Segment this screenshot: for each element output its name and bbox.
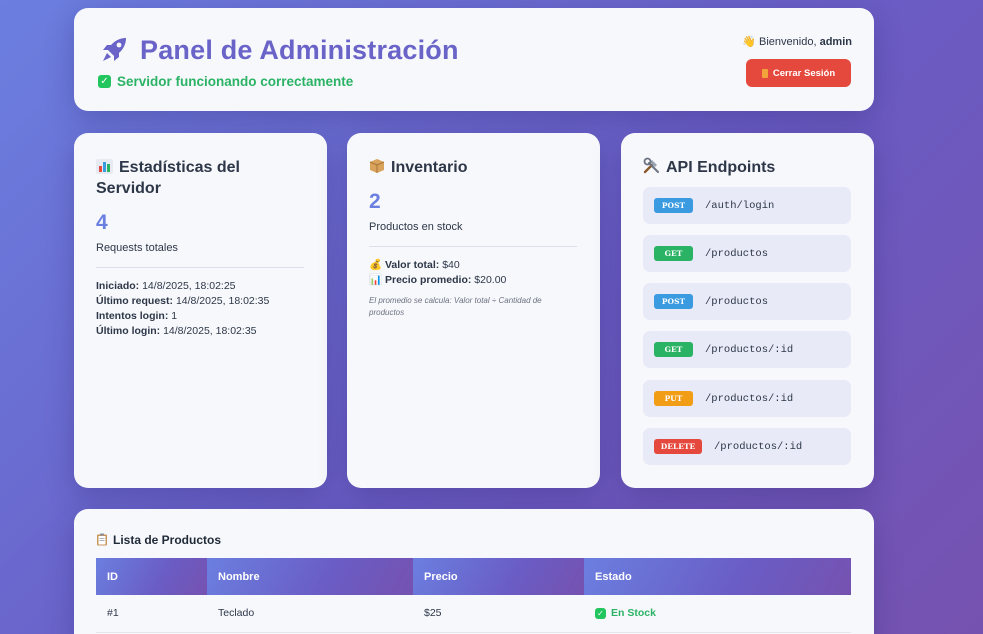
products-table: ID Nombre Precio Estado #1 Teclado $25 ✓…	[96, 558, 851, 633]
method-badge: PUT	[654, 391, 693, 406]
server-status-text: Servidor funcionando correctamente	[117, 74, 354, 89]
inventory-details: 💰 Valor total: $40 📊 Precio promedio: $2…	[369, 258, 506, 288]
money-bag-icon: 💰	[369, 259, 383, 271]
requests-total: 4	[96, 211, 108, 234]
username: admin	[819, 36, 852, 48]
stats-title: Estadísticas del Servidor	[96, 157, 306, 199]
products-card: Lista de Productos ID Nombre Precio Esta…	[74, 509, 874, 634]
api-panel: API Endpoints POST /auth/login GET /prod…	[621, 133, 874, 488]
bar-chart-icon: 📊	[369, 274, 383, 286]
avg-value: $20.00	[474, 274, 507, 286]
column-header[interactable]: Nombre	[207, 558, 413, 595]
cell-price: $25	[413, 595, 584, 633]
stock-label: Productos en stock	[369, 221, 463, 233]
logout-button[interactable]: Cerrar Sesión	[746, 59, 851, 87]
endpoint-path: /auth/login	[705, 199, 775, 212]
stat-value: 14/8/2025, 18:02:35	[175, 295, 270, 307]
endpoint-path: /productos/:id	[705, 392, 794, 405]
stat-row: Último request: 14/8/2025, 18:02:35	[96, 294, 269, 309]
total-value-row: 💰 Valor total: $40	[369, 258, 506, 273]
divider	[369, 246, 577, 247]
column-header[interactable]: ID	[96, 558, 207, 595]
method-badge: GET	[654, 342, 693, 357]
stat-value: 14/8/2025, 18:02:25	[142, 280, 236, 292]
check-icon: ✓	[595, 607, 606, 619]
page-title: Panel de Administración	[140, 34, 459, 65]
endpoint-item[interactable]: POST /auth/login	[643, 187, 851, 224]
stat-label: Intentos login:	[96, 310, 169, 322]
method-badge: DELETE	[654, 439, 702, 454]
endpoint-path: /productos	[705, 247, 769, 260]
server-status: ✓ Servidor funcionando correctamente	[98, 74, 353, 89]
stats-title-text: Estadísticas del Servidor	[96, 159, 240, 197]
cell-name: Teclado	[207, 595, 413, 633]
welcome-prefix: Bienvenido,	[759, 36, 817, 48]
method-badge: POST	[654, 294, 693, 309]
api-title: API Endpoints	[643, 157, 853, 178]
cell-status: ✓ En Stock	[584, 595, 851, 633]
stat-label: Último request:	[96, 295, 174, 307]
column-header[interactable]: Estado	[584, 558, 851, 595]
table-row[interactable]: #1 Teclado $25 ✓ En Stock	[96, 595, 851, 633]
divider	[96, 267, 304, 268]
stat-row: Último login: 14/8/2025, 18:02:35	[96, 324, 269, 339]
requests-label: Requests totales	[96, 242, 178, 254]
total-value: $40	[442, 259, 460, 271]
door-icon	[761, 68, 768, 78]
endpoint-item[interactable]: GET /productos/:id	[643, 331, 851, 368]
avg-label: Precio promedio:	[385, 274, 472, 286]
endpoint-item[interactable]: DELETE /productos/:id	[643, 428, 851, 465]
method-badge: GET	[654, 246, 693, 261]
inventory-title-text: Inventario	[391, 159, 468, 176]
total-label: Valor total:	[385, 259, 440, 271]
welcome-message: 👋 Bienvenido, admin	[742, 35, 852, 48]
status-badge: ✓ En Stock	[595, 607, 851, 619]
api-title-text: API Endpoints	[666, 159, 776, 176]
inventory-panel: Inventario 2 Productos en stock 💰 Valor …	[347, 133, 600, 488]
stats-details: Iniciado: 14/8/2025, 18:02:25 Último req…	[96, 279, 269, 339]
stat-row: Iniciado: 14/8/2025, 18:02:25	[96, 279, 269, 294]
endpoint-path: /productos	[705, 295, 769, 308]
logout-label: Cerrar Sesión	[772, 67, 836, 79]
endpoint-item[interactable]: PUT /productos/:id	[643, 380, 851, 417]
inventory-title: Inventario	[369, 157, 579, 178]
package-icon	[369, 159, 385, 173]
clipboard-icon	[97, 533, 107, 546]
products-title-text: Lista de Productos	[113, 533, 222, 547]
wave-hand-icon: 👋	[742, 36, 756, 48]
status-text: En Stock	[611, 607, 656, 620]
table-header-row: ID Nombre Precio Estado	[96, 558, 851, 595]
tools-icon	[643, 157, 659, 174]
title-row: Panel de Administración	[98, 34, 459, 66]
bar-chart-icon	[96, 159, 113, 174]
endpoint-path: /productos/:id	[705, 343, 794, 356]
products-title: Lista de Productos	[96, 533, 221, 547]
stat-value: 1	[171, 310, 178, 322]
stat-value: 14/8/2025, 18:02:35	[163, 325, 257, 337]
stat-label: Iniciado:	[96, 280, 140, 292]
column-header[interactable]: Precio	[413, 558, 584, 595]
method-badge: POST	[654, 198, 693, 213]
stat-row: Intentos login: 1	[96, 309, 269, 324]
header-card: Panel de Administración ✓ Servidor funci…	[74, 8, 874, 111]
stat-label: Último login:	[96, 325, 161, 337]
endpoint-item[interactable]: GET /productos	[643, 235, 851, 272]
average-note: El promedio se calcula: Valor total ÷ Ca…	[369, 296, 542, 317]
endpoint-path: /productos/:id	[714, 440, 803, 453]
check-icon: ✓	[98, 75, 111, 88]
endpoint-item[interactable]: POST /productos	[643, 283, 851, 320]
avg-price-row: 📊 Precio promedio: $20.00	[369, 273, 506, 288]
cell-id: #1	[96, 595, 207, 633]
stats-panel: Estadísticas del Servidor 4 Requests tot…	[74, 133, 327, 488]
rocket-icon	[103, 38, 126, 61]
stock-count: 2	[369, 190, 381, 213]
